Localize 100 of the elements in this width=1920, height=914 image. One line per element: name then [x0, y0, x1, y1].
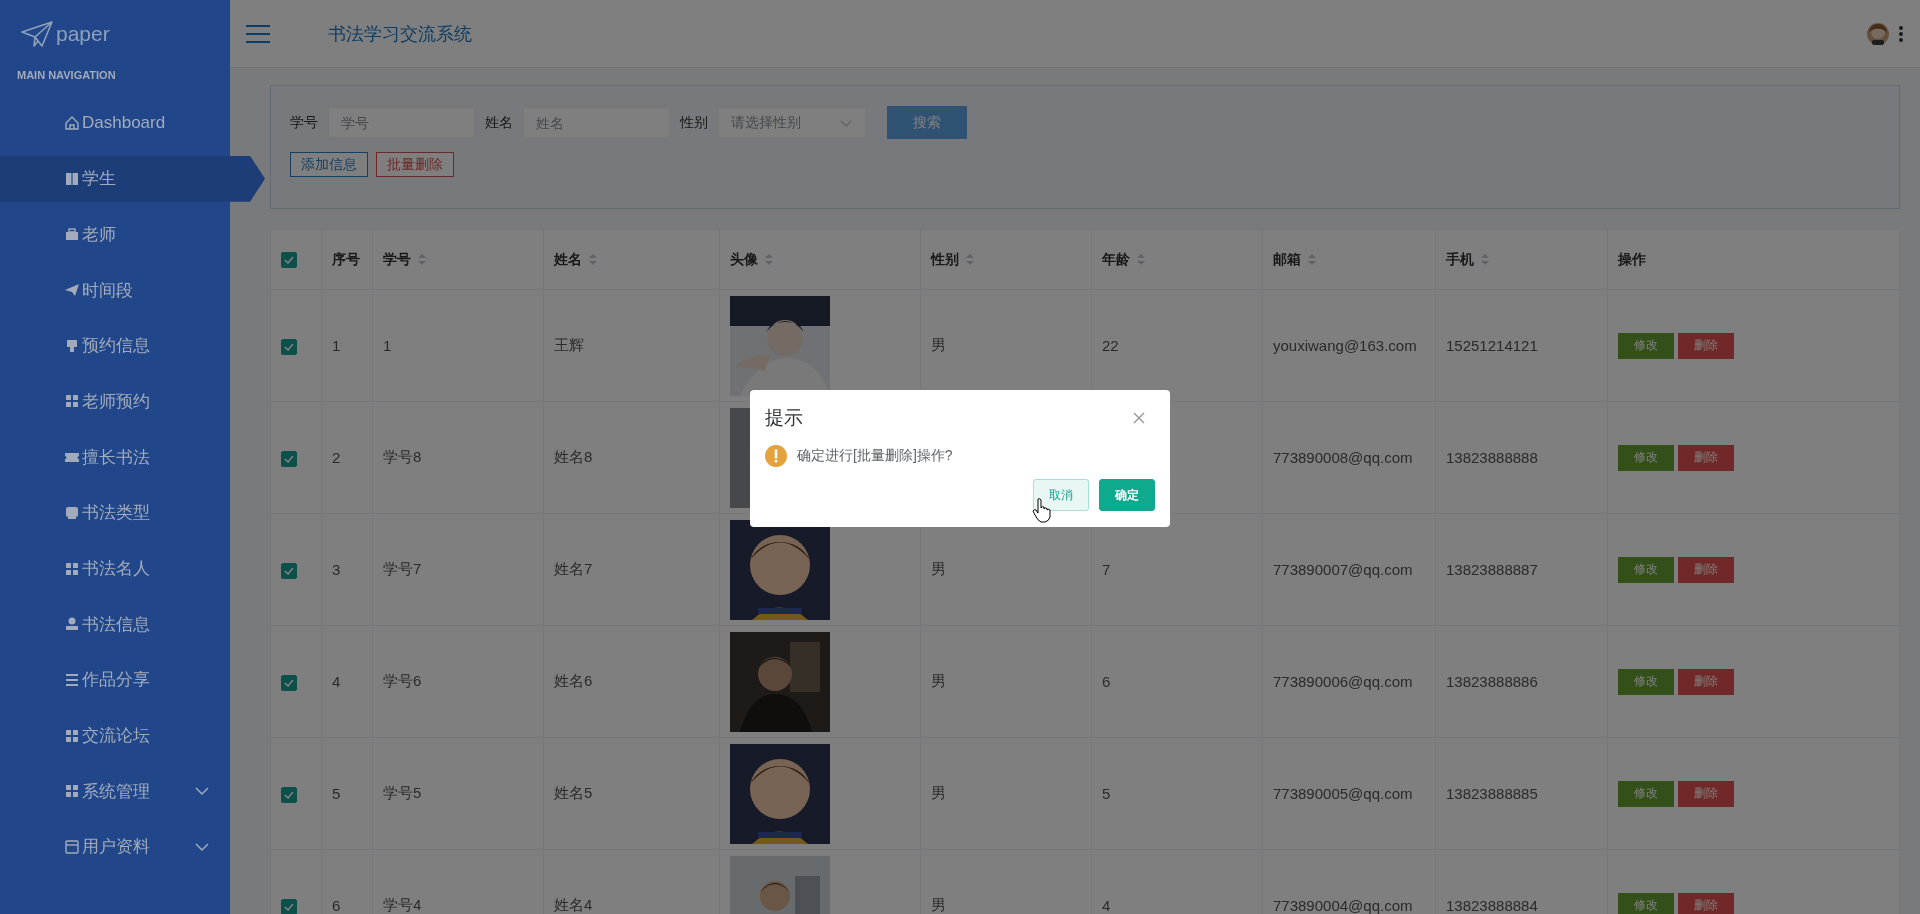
sidebar-item[interactable]: 用户资料: [0, 823, 230, 870]
input-field[interactable]: 姓名: [523, 107, 670, 138]
edit-button[interactable]: 修改: [1618, 892, 1674, 914]
warning-icon: [765, 445, 787, 467]
menu-button[interactable]: [245, 23, 271, 44]
hand-cursor-icon: [1032, 498, 1051, 523]
delete-button[interactable]: 删除: [1678, 892, 1734, 914]
table-cell: 773890004@qq.com: [1273, 897, 1413, 914]
sidebar-item[interactable]: Dashboard: [0, 100, 230, 146]
sidebar-item[interactable]: 系统管理: [0, 768, 230, 815]
edit-button[interactable]: 修改: [1618, 556, 1674, 583]
sidebar-item[interactable]: 书法类型: [0, 489, 230, 536]
table-cell: 学号8: [383, 448, 422, 465]
table-cell: 学号7: [383, 560, 422, 577]
table-cell: 男: [931, 784, 946, 801]
table-cell: youxiwang@163.com: [1273, 337, 1417, 354]
home-icon: [64, 115, 80, 131]
grid-icon: [64, 560, 80, 577]
delete-button[interactable]: 删除: [1678, 556, 1734, 583]
table-cell: 4: [332, 673, 341, 690]
column-header: 序号: [332, 250, 360, 269]
checkbox[interactable]: [281, 252, 297, 269]
sidebar-item[interactable]: 预约信息: [0, 322, 230, 369]
table-cell: 13823888888: [1446, 449, 1538, 466]
more-icon[interactable]: [1898, 24, 1904, 43]
sidebar-item[interactable]: 老师预约: [0, 378, 230, 425]
table-cell: 姓名8: [554, 448, 593, 465]
checkbox[interactable]: [281, 898, 297, 914]
sidebar-item[interactable]: 老师: [0, 211, 230, 258]
nav-heading: MAIN NAVIGATION: [16, 68, 117, 83]
delete-button[interactable]: 删除: [1678, 444, 1734, 471]
app-title: 书法学习交流系统: [328, 22, 472, 46]
batch-delete-button[interactable]: 批量删除: [376, 152, 454, 177]
table-cell: 姓名7: [554, 560, 593, 577]
table-cell: 姓名4: [554, 896, 593, 913]
table-cell: 13823888885: [1446, 785, 1538, 802]
search-button[interactable]: 搜索: [887, 106, 967, 139]
close-icon: [1133, 412, 1145, 424]
sidebar-item[interactable]: 书法信息: [0, 601, 230, 648]
table-cell: 3: [332, 561, 341, 578]
user-icon: [64, 616, 80, 633]
table-cell: 学号4: [383, 896, 422, 913]
grid-icon: [64, 727, 80, 744]
table-cell: 5: [1102, 785, 1111, 802]
table-cell: 5: [332, 785, 341, 802]
table-cell: 男: [931, 672, 946, 689]
column-header: 性别: [931, 250, 959, 269]
cancel-button[interactable]: 取消: [1033, 479, 1089, 511]
delete-button[interactable]: 删除: [1678, 780, 1734, 807]
table-cell: 2: [332, 449, 341, 466]
stamp-icon: [64, 337, 80, 354]
column-header: 邮箱: [1273, 250, 1301, 269]
checkbox[interactable]: [281, 674, 297, 691]
table-cell: 王辉: [554, 336, 584, 353]
table-cell: 6: [332, 897, 341, 914]
checkbox[interactable]: [281, 562, 297, 579]
table-cell: 773890005@qq.com: [1273, 785, 1413, 802]
add-button[interactable]: 添加信息: [290, 152, 368, 177]
menu-icon: [245, 23, 271, 44]
close-button[interactable]: [1133, 412, 1145, 424]
column-header: 操作: [1618, 250, 1646, 269]
sidebar-item[interactable]: 书法名人: [0, 545, 230, 592]
table-cell: 22: [1102, 337, 1119, 354]
logo-text: paper: [56, 22, 110, 46]
sidebar-item[interactable]: 作品分享: [0, 656, 230, 703]
table-cell: 773890006@qq.com: [1273, 673, 1413, 690]
table-cell: 1: [332, 337, 341, 354]
user-avatar[interactable]: [1866, 21, 1890, 46]
inbox-icon: [64, 504, 80, 521]
field-label: 性别: [680, 113, 708, 132]
edit-button[interactable]: 修改: [1618, 668, 1674, 695]
sidebar-item[interactable]: 时间段: [0, 267, 230, 314]
briefcase-icon: [64, 226, 80, 243]
table-cell: 13823888887: [1446, 561, 1538, 578]
confirm-button[interactable]: 确定: [1099, 479, 1155, 511]
list-icon: [64, 671, 80, 688]
sidebar-item[interactable]: 交流论坛: [0, 712, 230, 759]
table-cell: 6: [1102, 673, 1111, 690]
edit-button[interactable]: 修改: [1618, 444, 1674, 471]
table-cell: 男: [931, 560, 946, 577]
table-cell: 姓名6: [554, 672, 593, 689]
field-label: 学号: [290, 113, 318, 132]
table-cell: 773890008@qq.com: [1273, 449, 1413, 466]
grid-icon: [64, 783, 80, 800]
delete-button[interactable]: 删除: [1678, 332, 1734, 359]
checkbox[interactable]: [281, 450, 297, 467]
table-cell: 1: [383, 337, 392, 354]
edit-button[interactable]: 修改: [1618, 780, 1674, 807]
table-cell: 15251214121: [1446, 337, 1538, 354]
checkbox[interactable]: [281, 338, 297, 355]
input-field[interactable]: 学号: [328, 107, 475, 138]
delete-button[interactable]: 删除: [1678, 668, 1734, 695]
sidebar-item[interactable]: 学生: [0, 155, 265, 202]
table-cell: 13823888884: [1446, 897, 1538, 914]
table-cell: 773890007@qq.com: [1273, 561, 1413, 578]
window-icon: [64, 838, 80, 855]
edit-button[interactable]: 修改: [1618, 332, 1674, 359]
dialog-message: 确定进行[批量删除]操作?: [797, 447, 953, 465]
checkbox[interactable]: [281, 786, 297, 803]
sidebar-item[interactable]: 擅长书法: [0, 434, 230, 481]
